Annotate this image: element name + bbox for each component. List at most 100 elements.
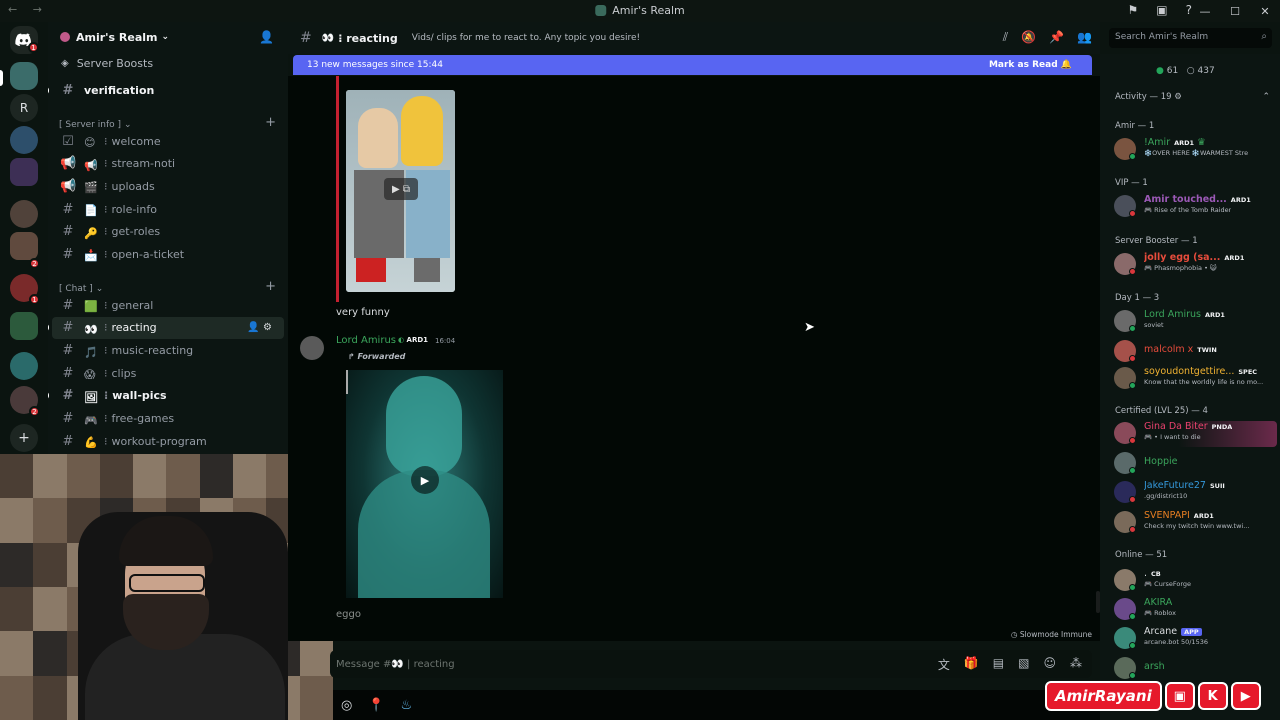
member-item[interactable]: SVENPAPI ARD1 Check my twitch twin www.tw… xyxy=(1113,510,1277,536)
members-icon[interactable]: 👥 xyxy=(1077,30,1092,45)
channel-get-roles[interactable]: # 🔑 ⁝ get-roles xyxy=(48,220,288,243)
channel-workout-program[interactable]: # 💪 ⁝ workout-program xyxy=(48,430,288,453)
screen-icon[interactable]: ▣ xyxy=(1156,3,1167,17)
gif-icon[interactable]: ▤ xyxy=(993,656,1004,673)
message-input[interactable]: Message #👀 | reacting 文 🎁 ▤ ▧ ☺ ⁂ xyxy=(330,650,1092,678)
message-content: eggo xyxy=(336,609,361,620)
avatar[interactable] xyxy=(300,336,324,360)
unread-indicator xyxy=(48,392,49,400)
status-dot xyxy=(1129,642,1136,649)
hash-icon: # xyxy=(62,343,74,359)
channel-free-games[interactable]: # 🎮 ⁝ free-games xyxy=(48,407,288,430)
hash-icon: # xyxy=(62,411,74,427)
channel-welcome[interactable]: ☑ 😊 ⁝ welcome xyxy=(48,130,288,153)
chevron-up-icon[interactable]: ⌃ xyxy=(1262,92,1270,102)
channel-topic[interactable]: Vids/ clips for me to react to. Any topi… xyxy=(412,33,640,43)
flag-icon[interactable]: ⚑ xyxy=(1128,3,1139,17)
member-item[interactable]: Hoppie xyxy=(1113,451,1277,477)
history-nav[interactable]: ← → xyxy=(8,3,48,16)
steam-icon[interactable]: ♨ xyxy=(401,698,413,713)
translate-icon[interactable]: 文 xyxy=(938,656,950,673)
member-item[interactable]: Arcane APP arcane.bot 50/1536 xyxy=(1113,626,1277,652)
mark-as-read-button[interactable]: Mark as Read 🔔 xyxy=(989,60,1072,70)
play-icon[interactable]: ▶ xyxy=(411,466,439,494)
channel-general[interactable]: # 🟩 ⁝ general xyxy=(48,294,288,317)
guild-header[interactable]: Amir's Realm ⌄ 👤 xyxy=(48,22,288,52)
pin-icon[interactable]: 📌 xyxy=(1049,30,1064,45)
server-boosts-link[interactable]: ◈ Server Boosts xyxy=(48,52,288,74)
member-item[interactable]: malcolm x TWIN xyxy=(1113,339,1277,365)
server-r[interactable]: R xyxy=(10,94,38,122)
member-item[interactable]: AKIRA 🎮 Roblox xyxy=(1113,597,1277,623)
add-server-button[interactable]: + xyxy=(10,424,38,452)
server-folder[interactable] xyxy=(10,312,38,340)
message-content: very funny xyxy=(336,307,390,318)
gear-icon[interactable]: ⚙ xyxy=(263,322,272,333)
channel-emoji: 🎵 xyxy=(84,345,98,359)
channel-role-info[interactable]: # 📄 ⁝ role-info xyxy=(48,198,288,221)
member-item[interactable]: jolly egg (sa... ARD1 🎮 Phasmophobia • 😺 xyxy=(1113,252,1277,278)
status-dot xyxy=(1129,496,1136,503)
unread-indicator xyxy=(48,324,49,332)
member-item[interactable]: soyoudontgettire... SPEC Know that the wo… xyxy=(1113,366,1277,392)
member-item[interactable]: JakeFuture27 SUII .gg/district10 xyxy=(1113,480,1277,506)
message-list[interactable]: ▶ ⧉ very funny Lord Amirus ◐ ARD1 16:04 … xyxy=(288,76,1100,641)
channel-stream-noti[interactable]: 📢 📢 ⁝ stream-noti xyxy=(48,152,288,175)
status-dot xyxy=(1129,325,1136,332)
gift-icon[interactable]: 🎁 xyxy=(964,656,979,673)
embed-accent-bar xyxy=(336,76,339,302)
member-item[interactable]: Lord Amirus ARD1 soviet xyxy=(1113,309,1277,335)
channel-reacting[interactable]: # 👀 ⁝ reacting 👤 ⚙ xyxy=(48,316,284,340)
new-messages-banner[interactable]: 13 new messages since 15:44 Mark as Read… xyxy=(293,55,1092,75)
channel-uploads[interactable]: 📢 🎬 ⁝ uploads xyxy=(48,175,288,198)
add-channel-icon[interactable]: + xyxy=(265,279,276,294)
status-dot xyxy=(1129,355,1136,362)
category-server-info[interactable]: [ Server info ] ⌄ + xyxy=(48,108,288,130)
server-folder[interactable] xyxy=(10,158,38,186)
message-author[interactable]: Lord Amirus xyxy=(336,335,396,346)
gear-icon: ⚙ xyxy=(1174,92,1182,102)
group-header[interactable]: Activity — 19 ⚙ xyxy=(1115,92,1182,102)
youtube-icon: ▶ xyxy=(1230,682,1261,710)
crown-icon: ♛ xyxy=(1197,137,1206,148)
emoji-icon[interactable]: ☺ xyxy=(1043,656,1056,673)
member-item[interactable]: Gina Da Biter PNDA 🎮 • I want to die xyxy=(1113,421,1277,447)
role-tag: CB xyxy=(1151,570,1161,578)
add-channel-icon[interactable]: + xyxy=(265,115,276,130)
window-title: Amir's Realm xyxy=(595,4,685,17)
maps-pin-icon[interactable]: 📍 xyxy=(368,698,384,713)
server-item[interactable] xyxy=(10,200,38,228)
member-item[interactable]: . CB 🎮 CurseForge xyxy=(1113,568,1277,594)
invite-icon[interactable]: 👤 xyxy=(247,322,259,333)
channel-open-a-ticket[interactable]: # 📩 ⁝ open-a-ticket xyxy=(48,243,288,266)
obs-icon[interactable]: ◎ xyxy=(341,698,352,713)
search-input[interactable]: Search Amir's Realm ⌕ xyxy=(1109,28,1272,48)
server-amirs-realm[interactable] xyxy=(10,62,38,90)
member-item[interactable]: Amir touched... ARD1 🎮 Rise of the Tomb R… xyxy=(1113,194,1277,220)
close-button[interactable]: ✕ xyxy=(1250,0,1280,22)
member-item[interactable]: !Amir ARD1 ♛ ❄️OVER HERE ❄️WARMEST Stre xyxy=(1113,137,1277,163)
category-chat[interactable]: [ Chat ] ⌄ + xyxy=(48,272,288,294)
channel-emoji: 📄 xyxy=(84,204,98,218)
channel-wall-pics[interactable]: # 🖼 ⁝ wall-pics xyxy=(48,385,288,408)
server-item[interactable] xyxy=(10,352,38,380)
threads-icon[interactable]: ⫽ xyxy=(1003,30,1008,45)
role-tag: ARD1 xyxy=(1174,139,1195,147)
invite-icon[interactable]: 👤 xyxy=(259,30,274,44)
sticker-icon[interactable]: ▧ xyxy=(1018,656,1029,673)
video-embed[interactable]: ▶ ⧉ xyxy=(346,90,455,292)
apps-icon[interactable]: ⁂ xyxy=(1070,656,1082,673)
channel-clips[interactable]: # 😱 ⁝ clips xyxy=(48,362,288,385)
notifications-icon[interactable]: 🔕 xyxy=(1021,30,1036,45)
channel-actions: 👤 ⚙ xyxy=(247,322,272,333)
channel-music-reacting[interactable]: # 🎵 ⁝ music-reacting xyxy=(48,339,288,362)
video-embed[interactable]: ▶ xyxy=(346,370,503,598)
maximize-button[interactable]: ☐ xyxy=(1220,0,1250,22)
channel-verification[interactable]: # verification xyxy=(48,79,288,102)
minimize-button[interactable]: — xyxy=(1190,0,1220,22)
play-icon[interactable]: ▶ ⧉ xyxy=(384,178,418,200)
member-list[interactable]: ● 61 ○ 437 Activity — 19 ⚙ ⌃ Amir — 1 !A… xyxy=(1100,54,1280,720)
server-item[interactable] xyxy=(10,126,38,154)
hash-icon: # xyxy=(62,320,74,336)
server-folder[interactable] xyxy=(10,232,38,260)
